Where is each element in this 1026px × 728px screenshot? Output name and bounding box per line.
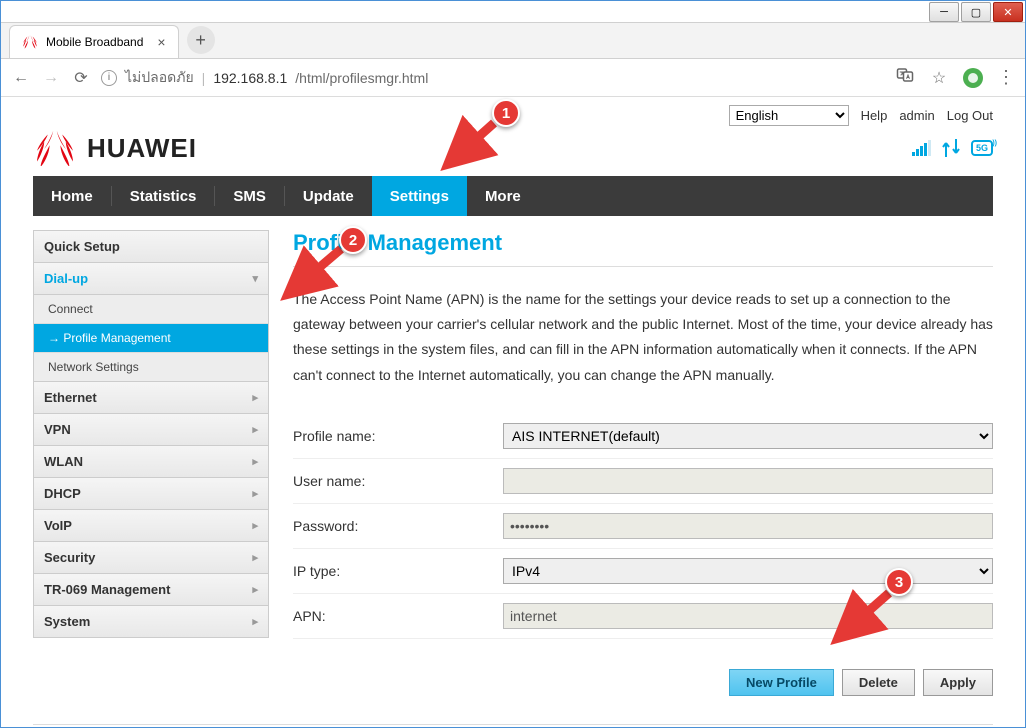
chevron-right-icon: ▸ [252, 519, 258, 532]
nav-back-icon[interactable]: ← [11, 69, 31, 87]
chevron-right-icon: ▸ [252, 423, 258, 436]
address-bar[interactable]: i ไม่ปลอดภัย | 192.168.8.1/html/profiles… [101, 67, 885, 89]
sidebar-item-tr069[interactable]: TR-069 Management▸ [33, 573, 269, 606]
sidebar-item-dhcp[interactable]: DHCP▸ [33, 477, 269, 510]
ip-type-select[interactable]: IPv4 [503, 558, 993, 584]
window-minimize-button[interactable]: ─ [929, 2, 959, 22]
label-profile-name: Profile name: [293, 428, 503, 444]
delete-button[interactable]: Delete [842, 669, 915, 696]
window-titlebar: ─ ▢ ✕ [1, 1, 1025, 23]
brand-logo: HUAWEI [33, 130, 197, 166]
browser-tab[interactable]: Mobile Broadband × [9, 25, 179, 58]
chevron-down-icon: ▾ [252, 272, 258, 285]
sidebar-submenu-dialup: Connect Profile Management Network Setti… [33, 295, 269, 382]
sidebar: Quick Setup Dial-up▾ Connect Profile Man… [33, 230, 269, 706]
nav-update[interactable]: Update [285, 176, 372, 216]
nav-home[interactable]: Home [33, 176, 111, 216]
browser-right-icons: ☆ ⋮ [895, 66, 1015, 89]
browser-tabstrip: Mobile Broadband × + [1, 23, 1025, 59]
sidebar-sub-connect[interactable]: Connect [34, 295, 268, 323]
nav-more[interactable]: More [467, 176, 539, 216]
window-maximize-button[interactable]: ▢ [961, 2, 991, 22]
data-activity-icon [941, 139, 961, 157]
annotation-callout-1: 1 [492, 99, 520, 127]
chevron-right-icon: ▸ [252, 583, 258, 596]
row-apn: APN: [293, 594, 993, 639]
app-window: ─ ▢ ✕ Mobile Broadband × + ← → ⟳ i ไม่ปล… [0, 0, 1026, 728]
admin-username[interactable]: admin [899, 108, 934, 123]
sidebar-item-security[interactable]: Security▸ [33, 541, 269, 574]
chevron-right-icon: ▸ [252, 551, 258, 564]
chevron-right-icon: ▸ [252, 487, 258, 500]
signal-strength-icon [912, 140, 931, 156]
nav-settings[interactable]: Settings [372, 176, 467, 216]
sidebar-item-vpn[interactable]: VPN▸ [33, 413, 269, 446]
browser-menu-icon[interactable]: ⋮ [997, 67, 1015, 88]
sidebar-item-voip[interactable]: VoIP▸ [33, 509, 269, 542]
sidebar-sub-profile-management[interactable]: Profile Management [34, 323, 268, 352]
browser-new-tab-button[interactable]: + [187, 26, 215, 54]
new-profile-button[interactable]: New Profile [729, 669, 834, 696]
brand-name: HUAWEI [87, 133, 197, 164]
sidebar-item-system[interactable]: System▸ [33, 605, 269, 638]
annotation-callout-3: 3 [885, 568, 913, 596]
sidebar-item-wlan[interactable]: WLAN▸ [33, 445, 269, 478]
chevron-right-icon: ▸ [252, 391, 258, 404]
status-icons: 5G)) [912, 139, 993, 157]
button-row: New Profile Delete Apply [293, 639, 993, 706]
huawei-logo-icon [33, 130, 77, 166]
page-title: Profile Management [293, 230, 993, 267]
brand-row: HUAWEI 5G)) [33, 130, 993, 176]
bookmark-star-icon[interactable]: ☆ [929, 68, 949, 88]
apply-button[interactable]: Apply [923, 669, 993, 696]
row-password: Password: [293, 504, 993, 549]
row-profile-name: Profile name: AIS INTERNET(default) [293, 414, 993, 459]
main-nav: Home Statistics SMS Update Settings More [33, 176, 993, 216]
row-user-name: User name: [293, 459, 993, 504]
page-container: English Help admin Log Out HUAWEI [33, 97, 993, 727]
sidebar-item-ethernet[interactable]: Ethernet▸ [33, 381, 269, 414]
browser-tab-title: Mobile Broadband [46, 35, 143, 49]
browser-toolbar: ← → ⟳ i ไม่ปลอดภัย | 192.168.8.1/html/pr… [1, 59, 1025, 97]
label-ip-type: IP type: [293, 563, 503, 579]
translate-icon[interactable] [895, 66, 915, 89]
site-info-icon[interactable]: i [101, 70, 117, 86]
page-viewport: English Help admin Log Out HUAWEI [1, 97, 1025, 727]
sidebar-item-quick-setup[interactable]: Quick Setup [33, 230, 269, 263]
chevron-right-icon: ▸ [252, 455, 258, 468]
window-close-button[interactable]: ✕ [993, 2, 1023, 22]
chevron-right-icon: ▸ [252, 615, 258, 628]
page-footer: | Privacy Policy | Copyright © 2006-2017… [33, 724, 993, 727]
page-description: The Access Point Name (APN) is the name … [293, 287, 993, 388]
sidebar-sub-network-settings[interactable]: Network Settings [34, 352, 268, 381]
favicon-huawei-icon [22, 34, 38, 50]
label-password: Password: [293, 518, 503, 534]
user-name-input[interactable] [503, 468, 993, 494]
profile-name-select[interactable]: AIS INTERNET(default) [503, 423, 993, 449]
annotation-callout-2: 2 [339, 226, 367, 254]
language-select[interactable]: English [729, 105, 849, 126]
help-link[interactable]: Help [861, 108, 888, 123]
apn-input[interactable] [503, 603, 993, 629]
network-5g-icon: 5G)) [971, 140, 993, 156]
security-status-text: ไม่ปลอดภัย [125, 67, 194, 89]
label-user-name: User name: [293, 473, 503, 489]
url-host: 192.168.8.1 [213, 70, 287, 86]
sidebar-item-dialup[interactable]: Dial-up▾ [33, 262, 269, 295]
content: Quick Setup Dial-up▾ Connect Profile Man… [33, 216, 993, 716]
nav-forward-icon[interactable]: → [41, 69, 61, 87]
label-apn: APN: [293, 608, 503, 624]
password-input[interactable] [503, 513, 993, 539]
browser-tab-close-icon[interactable]: × [157, 34, 165, 50]
url-path: /html/profilesmgr.html [295, 70, 428, 86]
profile-avatar-icon[interactable] [963, 68, 983, 88]
main-panel: Profile Management The Access Point Name… [293, 230, 993, 706]
nav-reload-icon[interactable]: ⟳ [71, 68, 91, 88]
logout-link[interactable]: Log Out [947, 108, 993, 123]
nav-statistics[interactable]: Statistics [112, 176, 215, 216]
nav-sms[interactable]: SMS [215, 176, 284, 216]
